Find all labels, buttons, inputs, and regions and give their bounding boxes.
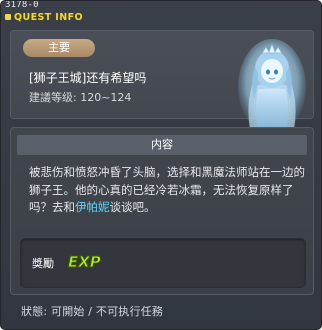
reward-label: 獎勵: [32, 257, 54, 270]
description-text-before: 被悲伤和愤怒冲昏了头脑，选择和黑魔法师站在一边的狮子王。他的心真的已经冷若冰霜，…: [29, 165, 305, 214]
quest-level: 建議等级: 120~124: [29, 91, 132, 104]
exp-icon-text: EXP: [68, 253, 101, 271]
quest-info-window: 3178-0 QUEST INFO 主要 [狮子王城]还有希望吗 建議等级: 1…: [0, 0, 322, 330]
window-title: QUEST INFO: [14, 11, 83, 23]
reward-box: 獎勵 EXP: [20, 238, 306, 288]
title-bar[interactable]: QUEST INFO: [5, 10, 83, 24]
quest-id: 3178-0: [5, 0, 39, 10]
content-section-header: 内容: [17, 135, 307, 155]
description-text-after: 谈谈吧。: [109, 200, 156, 214]
quest-category-badge: 主要: [23, 39, 95, 57]
quest-content-panel: 内容 被悲伤和愤怒冲昏了头脑，选择和黑魔法师站在一边的狮子王。他的心真的已经冷若…: [10, 127, 314, 295]
quest-summary-panel: 主要 [狮子王城]还有希望吗 建議等级: 120~124: [10, 30, 314, 141]
title-bullet-icon: [5, 14, 11, 20]
exp-icon: EXP: [68, 253, 101, 272]
quest-description: 被悲伤和愤怒冲昏了头脑，选择和黑魔法师站在一边的狮子王。他的心真的已经冷若冰霜，…: [29, 164, 305, 217]
quest-status: 狀態: 可開始 / 不可执行任務: [21, 305, 164, 318]
quest-name: [狮子王城]还有希望吗: [29, 71, 147, 85]
npc-name-link[interactable]: 伊帕妮: [75, 200, 110, 214]
